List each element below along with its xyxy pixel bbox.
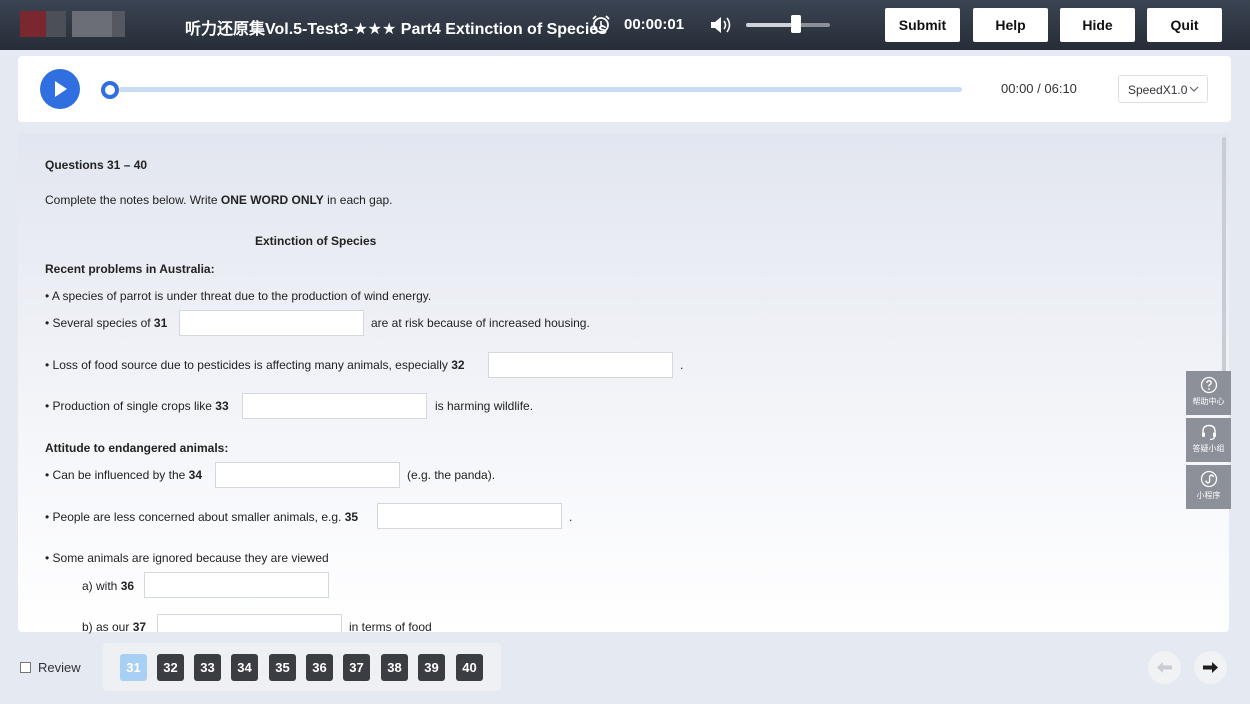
volume-slider[interactable] [746, 23, 830, 27]
submit-button[interactable]: Submit [885, 8, 960, 42]
question-button-40[interactable]: 40 [456, 654, 483, 681]
quit-button[interactable]: Quit [1147, 8, 1222, 42]
question-button-37[interactable]: 37 [343, 654, 370, 681]
questions-heading: Questions 31 – 40 [45, 158, 148, 172]
q31-suffix: are at risk because of increased housing… [371, 316, 590, 330]
section-heading-attitude: Attitude to endangered animals: [45, 441, 229, 455]
volume-knob[interactable] [791, 15, 801, 33]
q32-label: • Loss of food source due to pesticides … [45, 358, 465, 372]
q37-label: b) as our 37 [82, 620, 147, 634]
help-center-label: 帮助中心 [1192, 397, 1225, 406]
q32-suffix: . [680, 358, 684, 372]
play-button[interactable] [40, 69, 80, 109]
next-button[interactable] [1194, 651, 1227, 684]
arrow-left-icon [1157, 662, 1172, 673]
q34-label: • Can be influenced by the 34 [45, 468, 202, 482]
q34-suffix: (e.g. the panda). [407, 468, 496, 482]
q37-suffix: in terms of food [349, 620, 432, 634]
answer-input-31[interactable] [179, 310, 364, 336]
audio-progress-knob[interactable] [101, 81, 119, 99]
volume-level [746, 23, 797, 27]
question-button-39[interactable]: 39 [418, 654, 445, 681]
instructions: Complete the notes below. Write ONE WORD… [45, 193, 393, 207]
section-heading-problems: Recent problems in Australia: [45, 262, 215, 276]
audio-player: 00:00 / 06:10 SpeedX1.0 [18, 56, 1231, 122]
help-button[interactable]: Help [973, 8, 1048, 42]
q33-label: • Production of single crops like 33 [45, 399, 229, 413]
answer-input-34[interactable] [215, 462, 400, 488]
volume-icon[interactable] [709, 14, 735, 36]
top-bar: 听力还原集Vol.5-Test3-★★★ Part4 Extinction of… [0, 0, 1250, 50]
note-parrot: • A species of parrot is under threat du… [45, 289, 432, 303]
question-button-36[interactable]: 36 [306, 654, 333, 681]
notes-title: Extinction of Species [255, 234, 377, 248]
help-center-widget[interactable]: 帮助中心 [1186, 371, 1231, 415]
scrollbar[interactable] [1222, 137, 1226, 375]
logo [20, 11, 125, 37]
review-checkbox[interactable] [20, 662, 31, 673]
qa-group-label: 答疑小组 [1192, 444, 1225, 453]
q35-suffix: . [569, 510, 573, 524]
alarm-clock-icon [592, 15, 610, 33]
previous-button[interactable] [1148, 651, 1181, 684]
audio-time: 00:00 / 06:10 [1001, 81, 1077, 96]
review-label: Review [38, 660, 81, 675]
answer-input-32[interactable] [488, 352, 673, 378]
question-circle-icon [1200, 376, 1217, 394]
mini-program-widget[interactable]: 小程序 [1186, 465, 1231, 509]
qa-group-widget[interactable]: 答疑小组 [1186, 418, 1231, 462]
page-title: 听力还原集Vol.5-Test3-★★★ Part4 Extinction of… [185, 21, 608, 38]
speed-value: SpeedX1.0 [1128, 83, 1188, 97]
speed-select[interactable]: SpeedX1.0 [1118, 75, 1208, 103]
question-button-33[interactable]: 33 [194, 654, 221, 681]
answer-input-33[interactable] [242, 393, 427, 419]
review-toggle[interactable]: Review [20, 660, 81, 675]
answer-input-35[interactable] [377, 503, 562, 529]
mini-program-label: 小程序 [1196, 491, 1221, 500]
headset-icon [1201, 424, 1216, 441]
audio-progress-track[interactable] [119, 87, 962, 92]
hide-button[interactable]: Hide [1060, 8, 1135, 42]
play-icon [55, 81, 67, 97]
question-button-32[interactable]: 32 [157, 654, 184, 681]
answer-input-36[interactable] [144, 572, 329, 598]
answer-input-37[interactable] [157, 614, 342, 632]
timer: 00:00:01 [624, 16, 685, 33]
q36-label: a) with 36 [82, 579, 135, 593]
question-button-31[interactable]: 31 [120, 654, 147, 681]
note-ignored: • Some animals are ignored because they … [45, 551, 329, 565]
arrow-right-icon [1203, 662, 1218, 673]
q31-label: • Several species of 31 [45, 316, 168, 330]
question-button-34[interactable]: 34 [231, 654, 258, 681]
question-button-38[interactable]: 38 [381, 654, 408, 681]
q33-suffix: is harming wildlife. [435, 399, 534, 413]
question-button-35[interactable]: 35 [269, 654, 296, 681]
chevron-down-icon [1189, 86, 1199, 92]
q35-label: • People are less concerned about smalle… [45, 510, 359, 524]
mini-program-icon [1200, 470, 1217, 488]
